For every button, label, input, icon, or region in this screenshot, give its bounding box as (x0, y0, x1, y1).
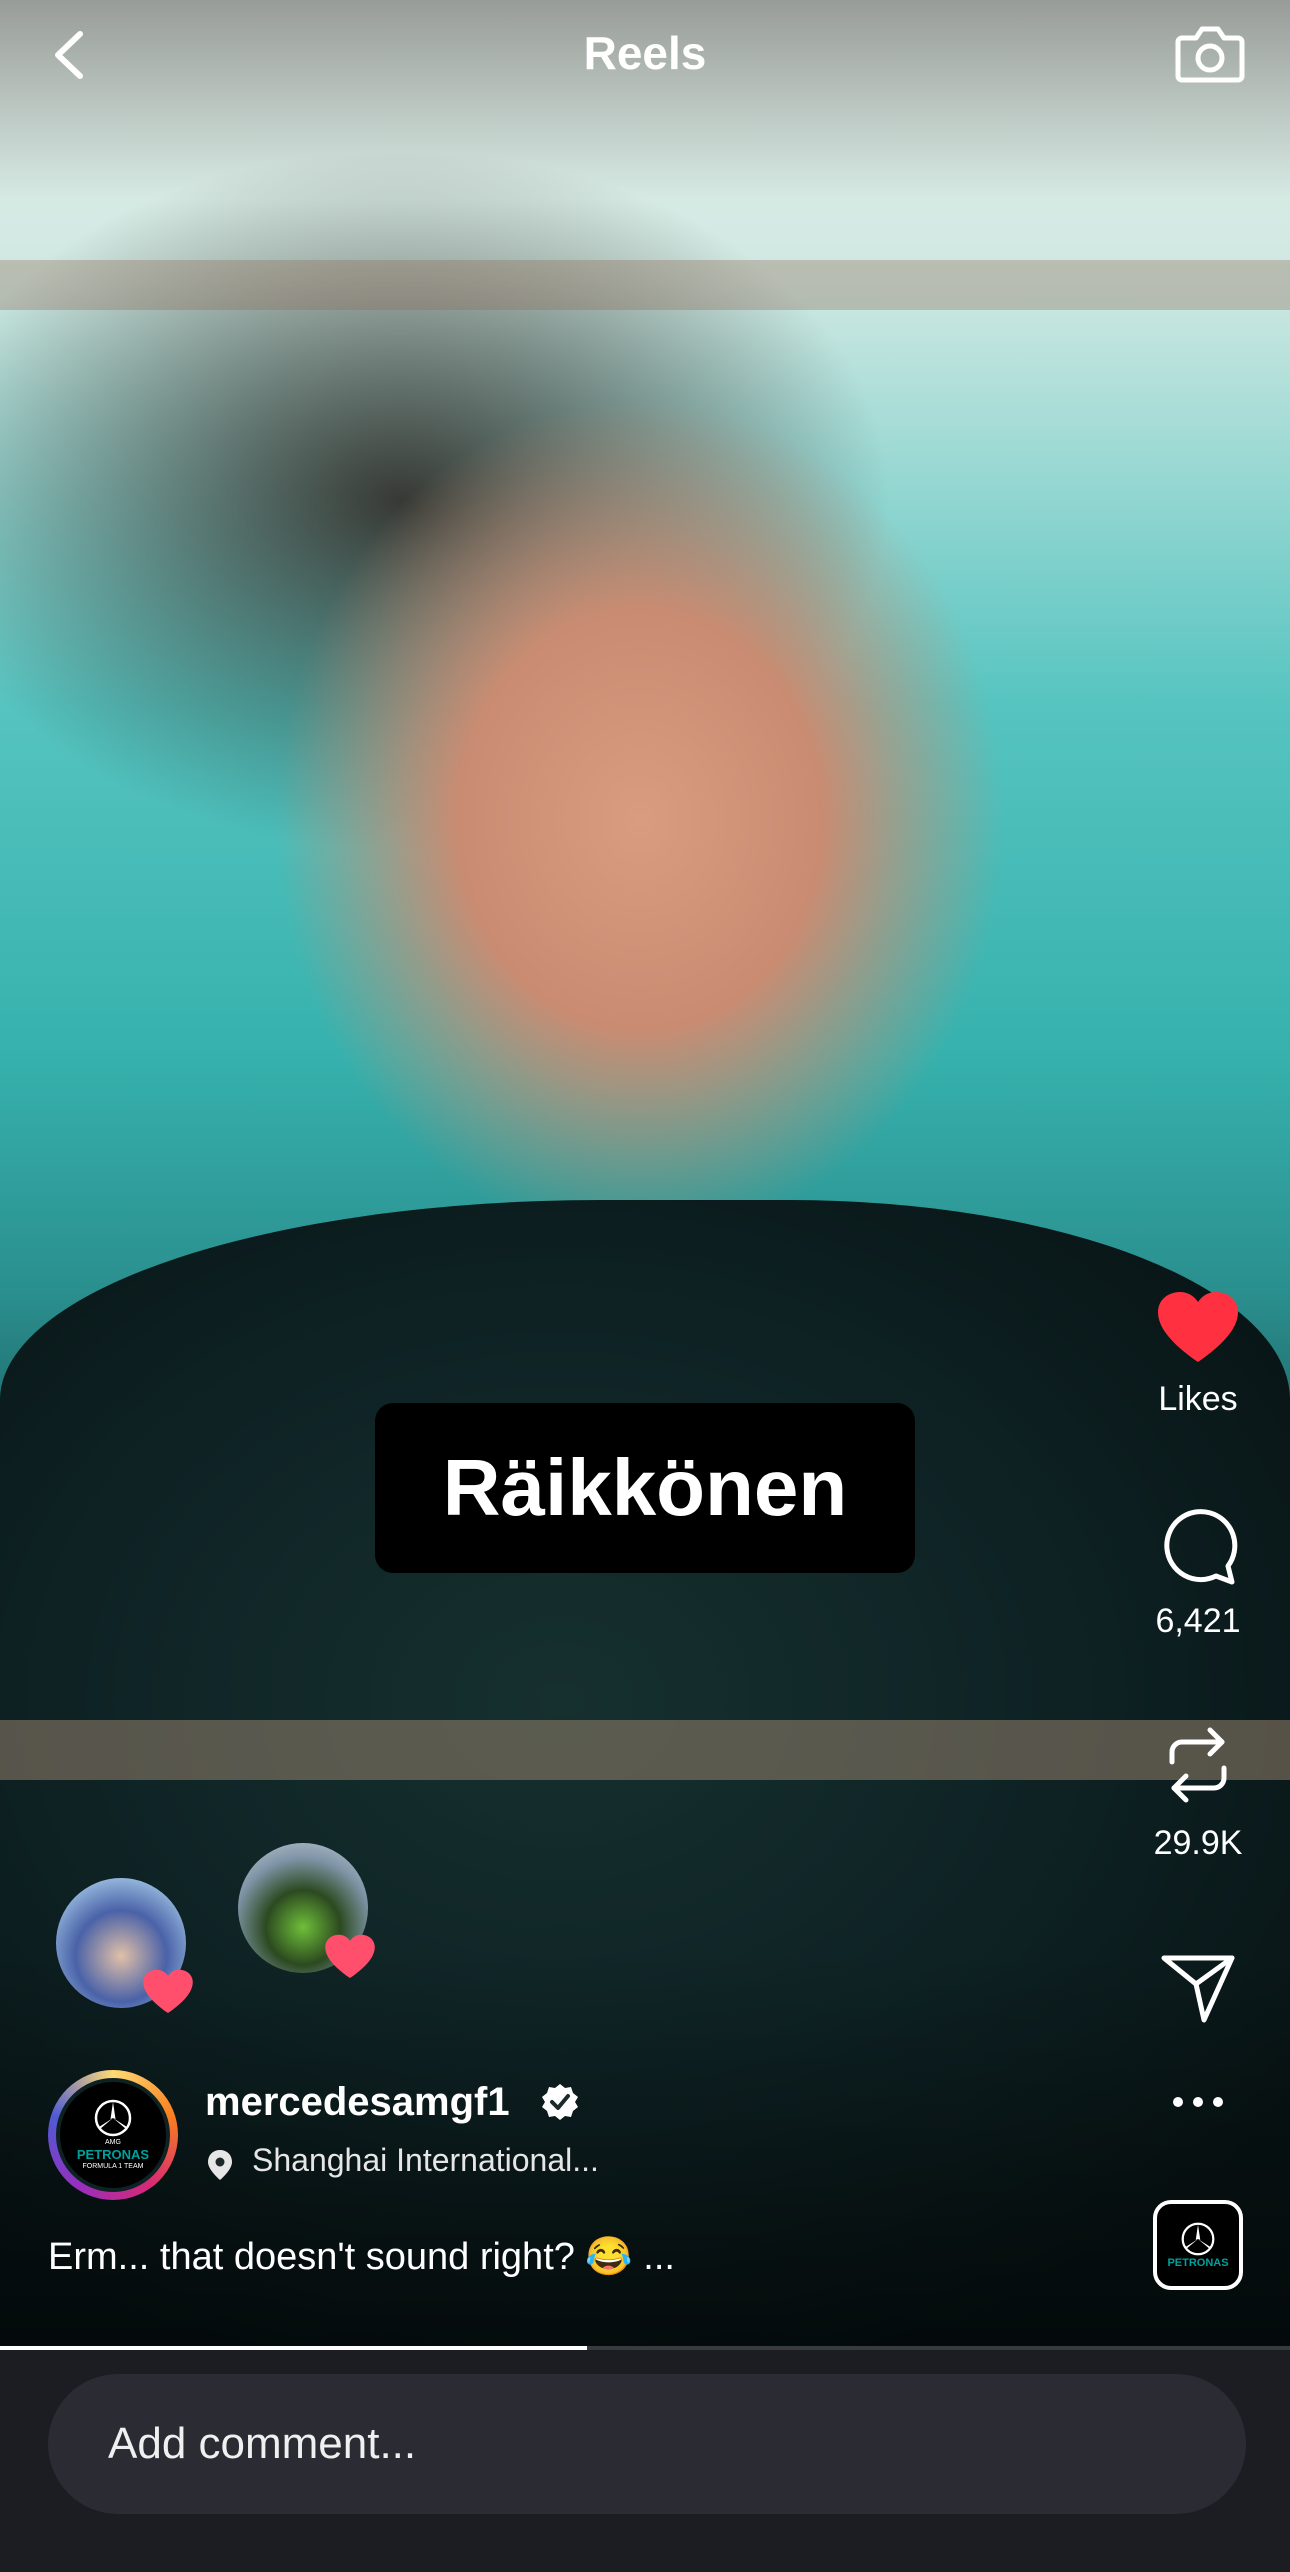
account-avatar[interactable]: AMG PETRONAS FORMULA 1 TEAM (48, 2070, 178, 2200)
avatar-brand-mid: PETRONAS (76, 2147, 150, 2162)
comments-count: 6,421 (1155, 1602, 1241, 1640)
video-caption-text: Räikkönen (442, 1443, 848, 1532)
repost-icon (1169, 1727, 1227, 1803)
comment-icon (1164, 1509, 1238, 1585)
location-label[interactable]: Shanghai International... (252, 2142, 599, 2179)
heart-icon (143, 1969, 193, 2014)
heart-icon (325, 1934, 375, 1979)
comment-button[interactable]: 6,421 (1128, 1508, 1268, 1641)
avatar: AMG PETRONAS FORMULA 1 TEAM (56, 2078, 170, 2192)
share-icon (1161, 1955, 1235, 2023)
liker-avatar[interactable] (56, 1878, 193, 2014)
video-background-bar (0, 260, 1290, 310)
like-button[interactable]: Likes (1128, 1290, 1268, 1419)
liker-avatar[interactable] (238, 1843, 375, 1979)
bottom-bar: Add comment... (0, 2350, 1290, 2572)
add-comment-placeholder: Add comment... (108, 2419, 417, 2468)
more-icon (1173, 2097, 1223, 2107)
mercedes-star-icon (94, 2099, 132, 2137)
mercedes-star-icon (1181, 2222, 1215, 2256)
top-bar: Reels (0, 0, 1290, 110)
camera-button[interactable] (1172, 14, 1248, 90)
page-title: Reels (583, 27, 707, 79)
avatar-brand-bottom: FORMULA 1 TEAM (82, 2163, 144, 2170)
video-caption-overlay: Räikkönen (375, 1403, 915, 1573)
video-foreground-bar (0, 1720, 1290, 1780)
share-button[interactable] (1128, 1950, 1268, 2026)
post-caption[interactable]: Erm... that doesn't sound right? 😂 ... (48, 2235, 675, 2279)
repost-button[interactable]: 29.9K (1128, 1720, 1268, 1863)
location-pin-icon (208, 2150, 232, 2180)
heart-icon (1158, 1292, 1238, 1362)
more-options-button[interactable] (1128, 2092, 1268, 2112)
account-username[interactable]: mercedesamgf1 (205, 2080, 510, 2125)
audio-thumbnail[interactable]: PETRONAS (1153, 2200, 1243, 2290)
audio-thumbnail-brand: PETRONAS (1167, 2257, 1229, 2269)
add-comment-input[interactable]: Add comment... (48, 2374, 1246, 2514)
verified-icon (542, 2084, 578, 2120)
reposts-count: 29.9K (1153, 1824, 1243, 1862)
camera-icon (1175, 26, 1245, 83)
likes-label: Likes (1158, 1380, 1238, 1418)
